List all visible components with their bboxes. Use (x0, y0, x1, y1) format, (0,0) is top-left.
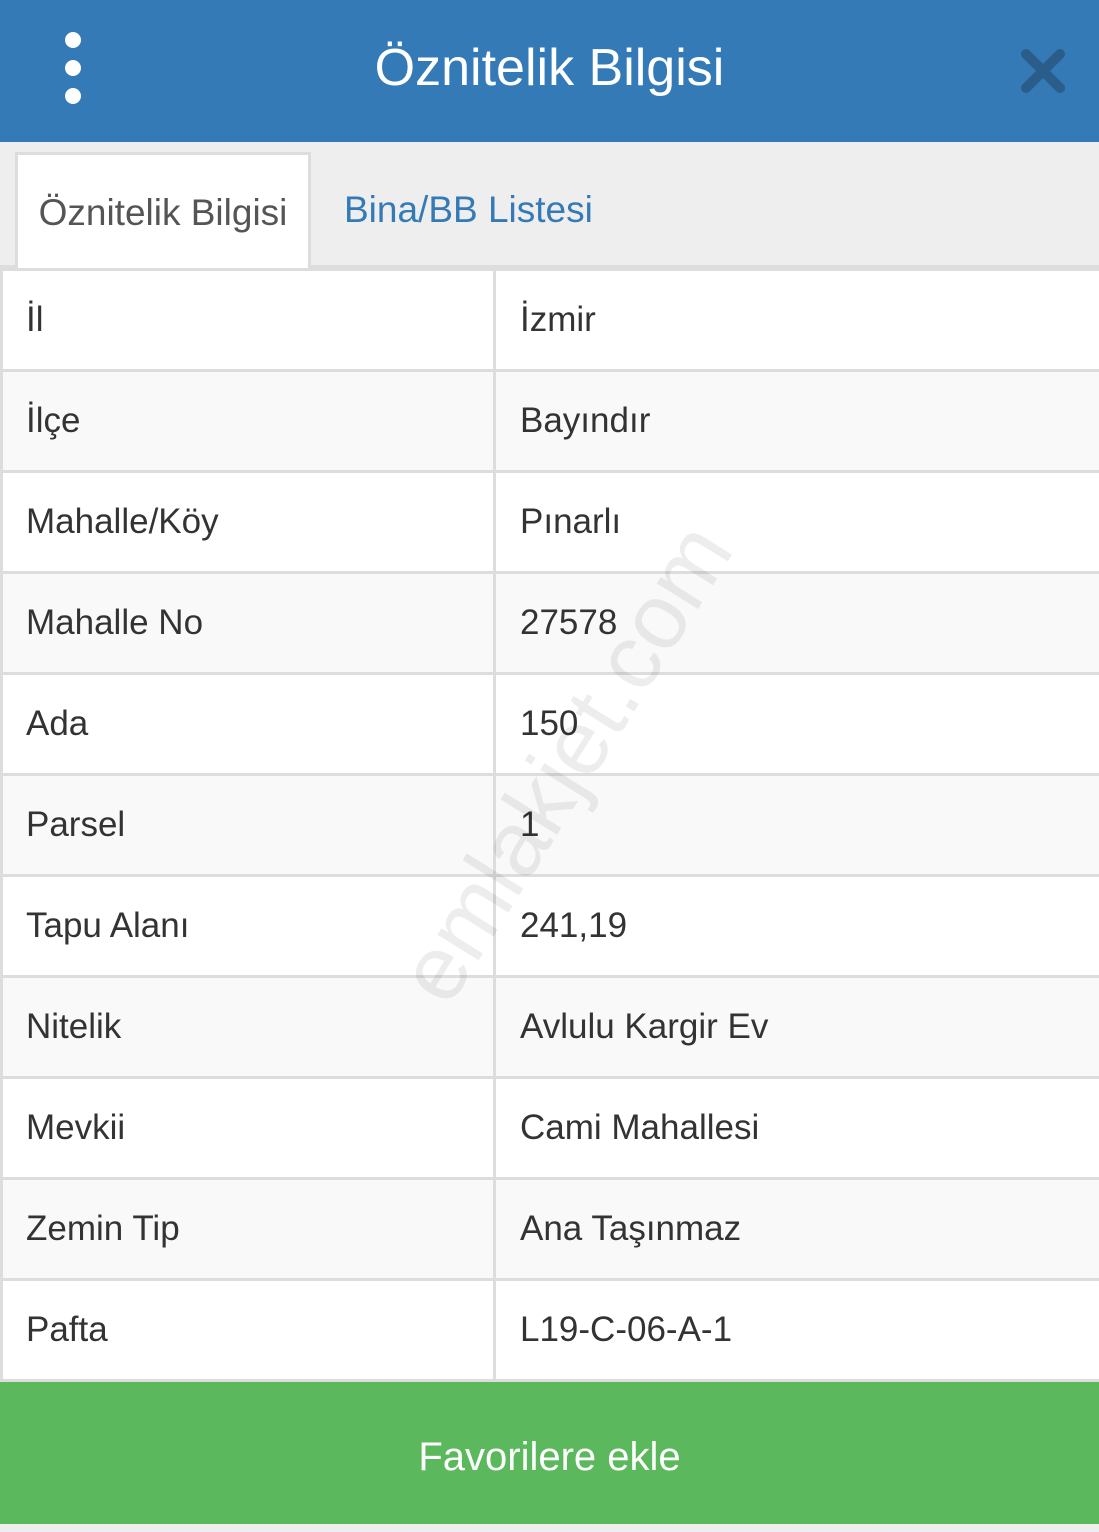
close-icon[interactable] (1018, 46, 1068, 96)
table-row: Mevkii Cami Mahallesi (3, 1079, 1099, 1180)
row-value: 241,19 (520, 906, 628, 945)
row-value: İzmir (520, 300, 596, 339)
column-divider (493, 1180, 496, 1278)
row-value: Bayındır (520, 401, 651, 440)
row-label: Pafta (26, 1310, 108, 1349)
table-row: Ada 150 (3, 675, 1099, 776)
table-row: İl İzmir (3, 268, 1099, 372)
column-divider (493, 978, 496, 1076)
table-row: Zemin Tip Ana Taşınmaz (3, 1180, 1099, 1281)
table-row: Mahalle/Köy Pınarlı (3, 473, 1099, 574)
column-divider (493, 1281, 496, 1379)
row-value: 150 (520, 704, 579, 743)
table-row: Tapu Alanı 241,19 (3, 877, 1099, 978)
row-value: Avlulu Kargir Ev (520, 1007, 769, 1046)
table-row: Pafta L19-C-06-A-1 (3, 1281, 1099, 1382)
table-row: Nitelik Avlulu Kargir Ev (3, 978, 1099, 1079)
row-label: Nitelik (26, 1007, 122, 1046)
header-bar: Öznitelik Bilgisi (0, 0, 1099, 142)
row-value: 27578 (520, 603, 618, 642)
row-label: Parsel (26, 805, 126, 844)
row-label: Mahalle/Köy (26, 502, 219, 541)
column-divider (493, 473, 496, 571)
column-divider (493, 574, 496, 672)
table-row: Parsel 1 (3, 776, 1099, 877)
row-label: Mevkii (26, 1108, 126, 1147)
row-value: Ana Taşınmaz (520, 1209, 742, 1248)
row-label: Zemin Tip (26, 1209, 180, 1248)
column-divider (493, 1079, 496, 1177)
attribute-table: İl İzmir İlçe Bayındır Mahalle/Köy Pınarlı Mah… (0, 268, 1099, 1382)
row-label: İlçe (26, 401, 81, 440)
column-divider (493, 271, 496, 369)
row-value: Pınarlı (520, 502, 622, 541)
tab-oznitelik-bilgisi[interactable]: Öznitelik Bilgisi (15, 152, 311, 271)
page-title: Öznitelik Bilgisi (374, 39, 725, 97)
row-label: Tapu Alanı (26, 906, 190, 945)
tab-bina-bb-listesi[interactable]: Bina/BB Listesi (344, 152, 593, 268)
tab-bar: Öznitelik Bilgisi Bina/BB Listesi (0, 142, 1099, 271)
column-divider (493, 675, 496, 773)
row-value: Cami Mahallesi (520, 1108, 760, 1147)
row-value: 1 (520, 805, 540, 844)
row-label: Ada (26, 704, 89, 743)
close-icon-glyph (1021, 49, 1065, 93)
column-divider (493, 372, 496, 470)
row-label: İl (26, 300, 44, 339)
column-divider (493, 776, 496, 874)
table-row: İlçe Bayındır (3, 372, 1099, 473)
table-row: Mahalle No 27578 (3, 574, 1099, 675)
add-to-favorites-button[interactable]: Favorilere ekle (0, 1382, 1099, 1524)
row-value: L19-C-06-A-1 (520, 1310, 733, 1349)
row-label: Mahalle No (26, 603, 204, 642)
column-divider (493, 877, 496, 975)
